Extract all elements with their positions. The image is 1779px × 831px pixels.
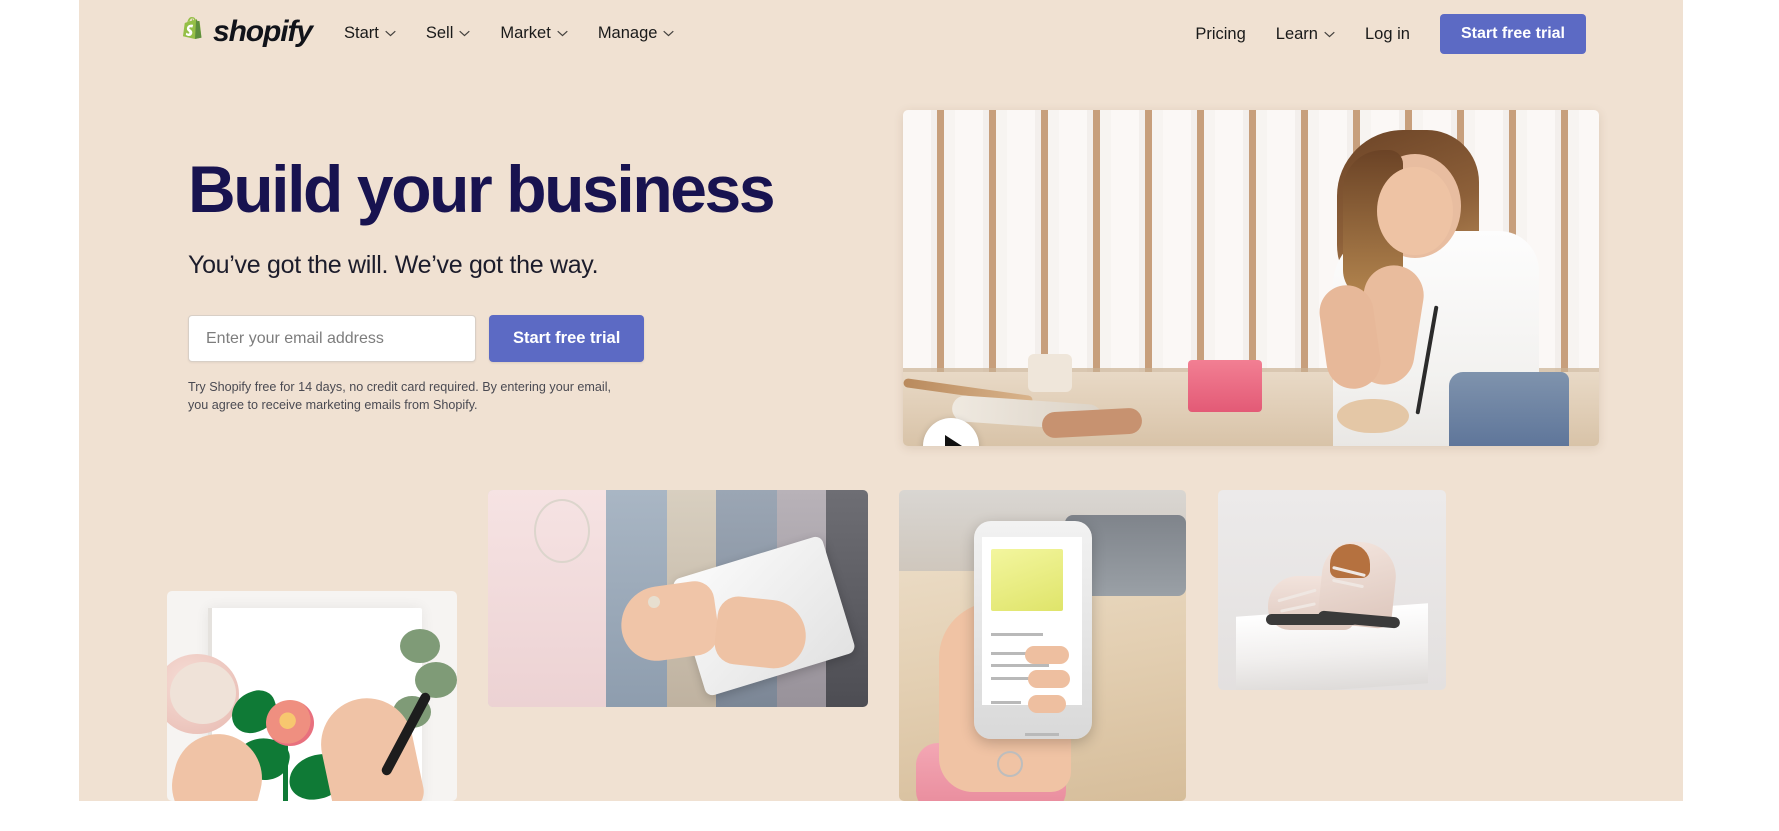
gallery-image-sketchbook <box>167 591 457 801</box>
chevron-down-icon <box>1324 31 1335 37</box>
nav-label: Learn <box>1275 24 1318 43</box>
nav-label: Pricing <box>1195 24 1246 43</box>
nav-label: Log in <box>1364 24 1410 43</box>
chevron-down-icon <box>385 30 396 37</box>
nav-label: Start <box>344 24 379 42</box>
signup-form: Start free trial <box>188 315 808 362</box>
hero-video-thumbnail <box>903 110 1599 446</box>
signup-disclaimer: Try Shopify free for 14 days, no credit … <box>188 380 612 413</box>
email-input[interactable] <box>188 315 476 362</box>
play-icon <box>945 435 962 446</box>
hero-section: Build your business You’ve got the will.… <box>188 156 808 415</box>
shopify-logo[interactable]: shopify <box>180 15 313 49</box>
nav-label: Sell <box>425 24 454 42</box>
hero-video[interactable] <box>903 110 1599 446</box>
hero-title: Build your business <box>188 152 776 226</box>
primary-navigation: Start Sell Market Manage <box>344 20 675 47</box>
shopify-bag-icon <box>183 17 202 39</box>
nav-label: Manage <box>597 24 658 42</box>
secondary-navigation: Pricing Learn Log in Start free trial <box>1195 14 1586 54</box>
nav-item-learn[interactable]: Learn <box>1276 21 1335 48</box>
hero-subtitle: You’ve got the will. We’ve got the way. <box>188 251 599 279</box>
page-container: shopify Start Sell Market Manage Pricing… <box>79 0 1683 801</box>
nav-item-manage[interactable]: Manage <box>598 20 675 47</box>
chevron-down-icon <box>459 30 471 37</box>
gallery-image-phone-store <box>899 490 1186 801</box>
nav-item-pricing[interactable]: Pricing <box>1195 21 1245 48</box>
hero-start-free-trial-button[interactable]: Start free trial <box>489 315 645 362</box>
gallery-image-shoes <box>1218 490 1446 690</box>
header-start-free-trial-button[interactable]: Start free trial <box>1439 14 1586 54</box>
site-header: shopify Start Sell Market Manage Pricing… <box>79 0 1683 68</box>
nav-label: Market <box>500 24 551 42</box>
chevron-down-icon <box>663 30 675 37</box>
nav-item-sell[interactable]: Sell <box>426 20 471 47</box>
gallery-image-tablet-rack <box>488 490 868 707</box>
nav-item-market[interactable]: Market <box>500 20 568 47</box>
chevron-down-icon <box>557 30 568 37</box>
brand-wordmark: shopify <box>213 15 313 48</box>
nav-item-start[interactable]: Start <box>344 20 396 47</box>
nav-item-login[interactable]: Log in <box>1365 21 1410 48</box>
